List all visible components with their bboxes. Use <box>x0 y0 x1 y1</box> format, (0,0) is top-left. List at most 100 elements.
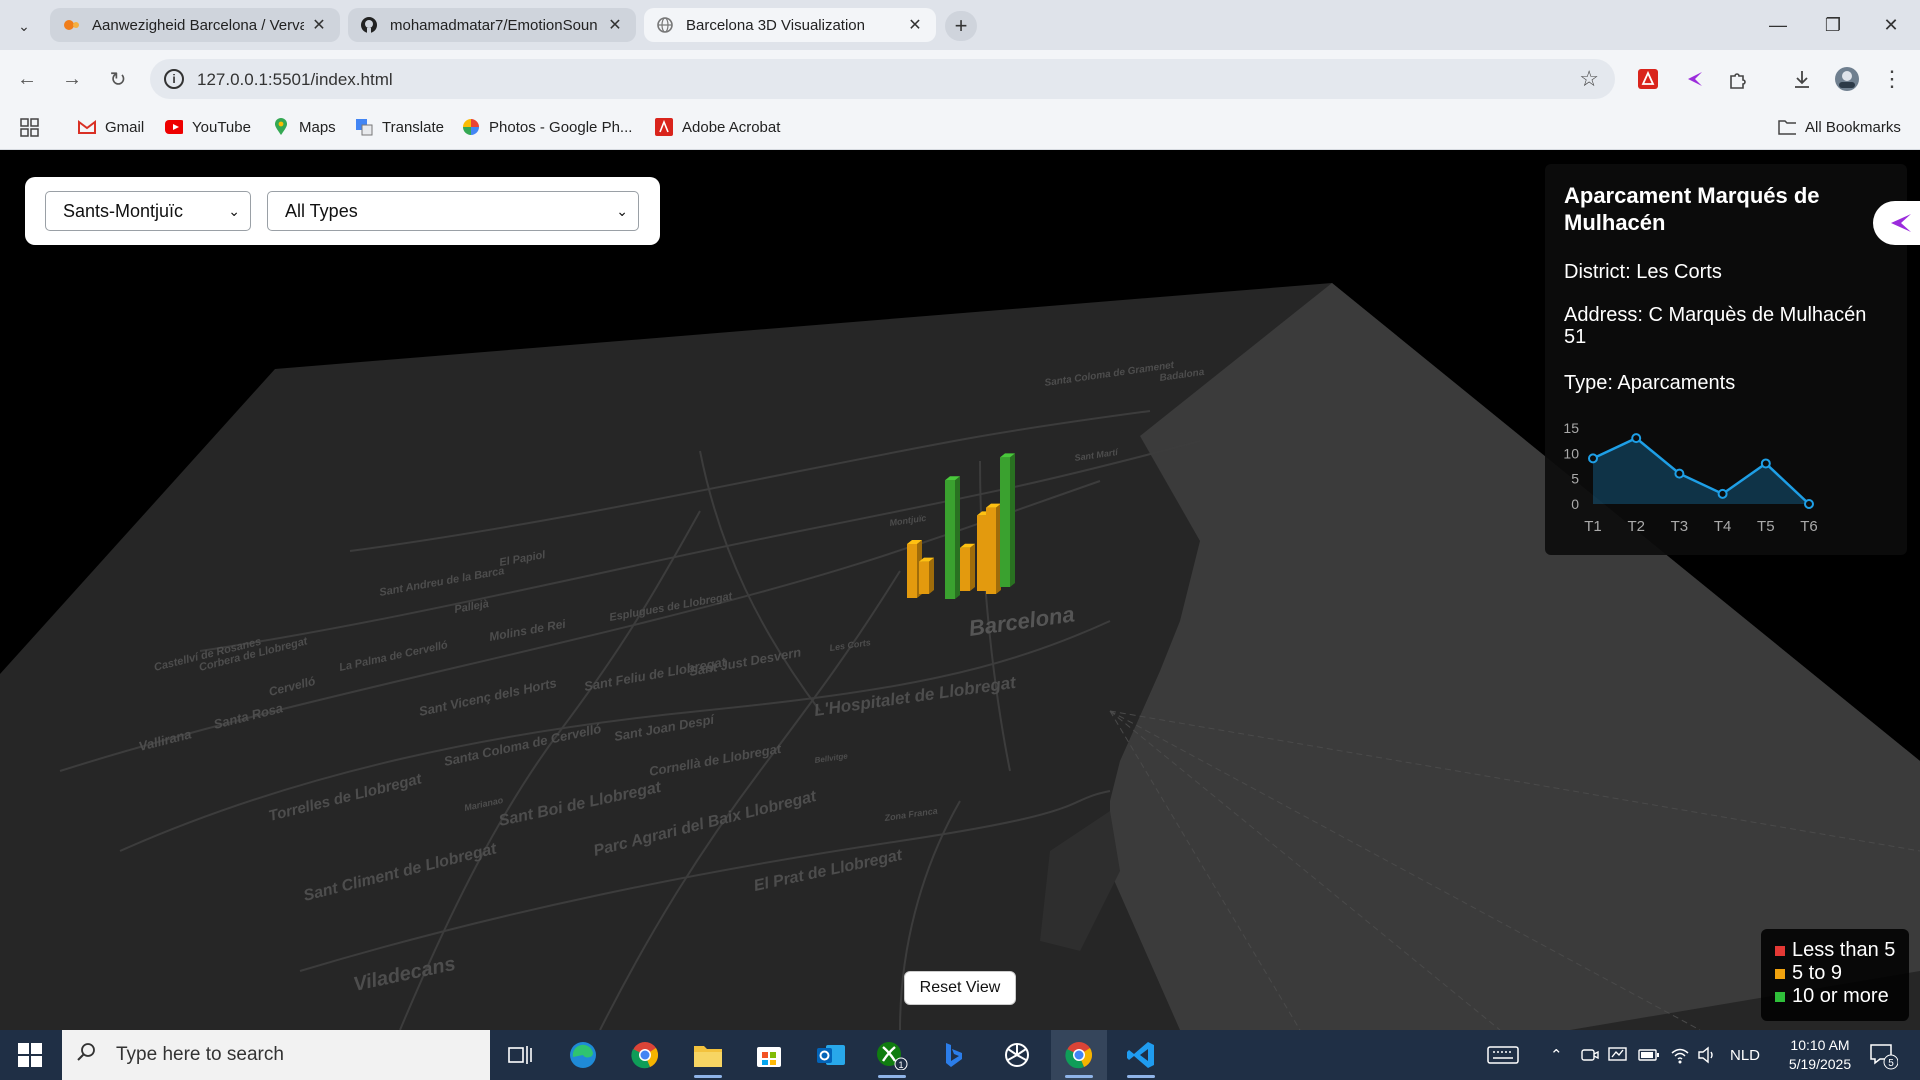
vscode-icon <box>1127 1042 1154 1068</box>
keyboard-tray-icon[interactable] <box>1487 1030 1519 1080</box>
tab-search-button[interactable]: ⌄ <box>10 12 38 40</box>
bookmark-maps[interactable]: Maps <box>272 118 336 136</box>
site-info-icon[interactable]: i <box>164 69 184 89</box>
bar-3d[interactable] <box>945 476 960 599</box>
minimize-button[interactable]: — <box>1755 10 1801 40</box>
notifications-button[interactable]: 5 <box>1868 1030 1898 1080</box>
y-tick-label: 5 <box>1571 471 1579 487</box>
folder-icon <box>694 1046 722 1067</box>
bookmark-acrobat[interactable]: Adobe Acrobat <box>655 118 780 136</box>
x-tick-label: T4 <box>1714 518 1732 535</box>
bar-face <box>977 515 987 591</box>
bar-3d[interactable] <box>960 543 975 591</box>
tray-overflow-button[interactable]: ⌃ <box>1550 1030 1563 1080</box>
bar-face <box>986 507 996 594</box>
bar-side <box>1010 453 1015 587</box>
kebab-menu-icon[interactable]: ⋮ <box>1878 65 1906 93</box>
legend-label: 5 to 9 <box>1792 962 1843 984</box>
sidebar-extension-tab[interactable] <box>1873 201 1920 245</box>
taskbar-outlook[interactable] <box>803 1030 859 1080</box>
puzzle-extensions-icon[interactable] <box>1724 65 1752 93</box>
bookmark-label: Gmail <box>105 118 145 136</box>
reload-button[interactable]: ↻ <box>103 64 133 94</box>
bar-face <box>907 544 917 598</box>
restore-button[interactable]: ❐ <box>1810 10 1856 40</box>
browser-toolbar: ← → ↻ i 127.0.0.1:5501/index.html ☆ ⋮ <box>0 50 1920 108</box>
bar-3d[interactable] <box>919 557 934 594</box>
type-select[interactable]: All Types ⌄ <box>267 191 639 231</box>
bar-face <box>945 480 955 599</box>
back-button[interactable]: ← <box>12 64 42 94</box>
all-bookmarks-button[interactable]: All Bookmarks <box>1778 118 1901 136</box>
legend-item: 5 to 9 <box>1775 962 1909 985</box>
close-icon[interactable]: ✕ <box>310 15 328 35</box>
profile-avatar[interactable] <box>1833 65 1861 93</box>
taskbar-xbox[interactable]: 1 <box>864 1030 920 1080</box>
battery-icon[interactable] <box>1638 1030 1660 1080</box>
bookmark-label: Maps <box>299 118 336 136</box>
bookmark-star-icon[interactable]: ☆ <box>1579 66 1599 92</box>
taskbar-vscode[interactable] <box>1113 1030 1169 1080</box>
meet-now-icon[interactable] <box>1580 1030 1600 1080</box>
legend-swatch <box>1775 991 1785 1002</box>
tab-github[interactable]: mohamadmatar7/EmotionSoun ✕ <box>348 8 636 42</box>
windows-logo-icon <box>18 1043 42 1067</box>
forward-button[interactable]: → <box>57 64 87 94</box>
maps-pin-icon <box>272 118 290 136</box>
bookmark-photos[interactable]: Photos - Google Ph... <box>462 118 632 136</box>
close-icon[interactable]: ✕ <box>906 15 924 35</box>
new-tab-button[interactable]: + <box>945 11 977 41</box>
taskbar-edge[interactable] <box>555 1030 611 1080</box>
arrow-right-icon: → <box>62 67 82 90</box>
chrome-icon <box>631 1042 659 1069</box>
task-view-button[interactable] <box>492 1030 548 1080</box>
chrome-icon <box>1065 1042 1093 1069</box>
legend-label: 10 or more <box>1792 985 1889 1007</box>
arrow-left-icon: ← <box>17 67 37 90</box>
chatgpt-icon <box>1005 1043 1029 1067</box>
x-tick-label: T6 <box>1800 518 1818 535</box>
taskbar-chatgpt[interactable] <box>989 1030 1045 1080</box>
district-value: Les Corts <box>1636 261 1722 283</box>
taskbar-chrome-active[interactable] <box>1051 1030 1107 1080</box>
reset-view-button[interactable]: Reset View <box>904 971 1016 1005</box>
taskbar-search-box[interactable]: Type here to search <box>62 1030 490 1080</box>
chevron-down-icon: ⌄ <box>18 17 30 34</box>
clock[interactable]: 10:10 AM 5/19/2025 <box>1765 1036 1875 1074</box>
address-line: Address: C Marquès de Mulhacén 51 <box>1564 304 1884 348</box>
x-tick-label: T5 <box>1757 518 1775 535</box>
taskbar-chrome[interactable] <box>617 1030 673 1080</box>
bookmark-youtube[interactable]: YouTube <box>165 118 251 136</box>
bar-3d[interactable] <box>1000 453 1015 587</box>
taskbar-bing[interactable] <box>926 1030 982 1080</box>
network-monitor-icon[interactable] <box>1607 1030 1629 1080</box>
acrobat-extension-icon[interactable] <box>1634 65 1662 93</box>
download-icon[interactable] <box>1788 65 1816 93</box>
clock-time: 10:10 AM <box>1790 1037 1850 1053</box>
bar-side <box>929 557 934 594</box>
purple-extension-icon[interactable] <box>1680 65 1708 93</box>
tab-barcelona-3d[interactable]: Barcelona 3D Visualization ✕ <box>644 8 936 42</box>
tab-aanwezigheid[interactable]: Aanwezigheid Barcelona / Verva ✕ <box>50 8 340 42</box>
bookmark-translate[interactable]: Translate <box>355 118 444 136</box>
bookmark-gmail[interactable]: Gmail <box>78 118 144 136</box>
windows-taskbar: Type here to search 1 ⌃ NLD 10:10 AM 5/1… <box>0 1030 1920 1080</box>
taskbar-store[interactable] <box>741 1030 797 1080</box>
legend-item: Less than 5 <box>1775 939 1909 962</box>
tab-strip: ⌄ Aanwezigheid Barcelona / Verva ✕ moham… <box>0 0 1920 50</box>
bar-3d[interactable] <box>986 503 1001 594</box>
data-point <box>1631 433 1642 444</box>
language-indicator[interactable]: NLD <box>1730 1030 1760 1080</box>
wifi-icon[interactable] <box>1670 1030 1690 1080</box>
close-window-button[interactable]: ✕ <box>1868 10 1914 40</box>
taskbar-file-explorer[interactable] <box>680 1030 736 1080</box>
folder-icon <box>1778 118 1796 136</box>
apps-grid-icon[interactable] <box>20 118 40 138</box>
windows-start-button[interactable] <box>10 1040 50 1070</box>
district-select[interactable]: Sants-Montjuïc ⌄ <box>45 191 251 231</box>
volume-icon[interactable] <box>1697 1030 1717 1080</box>
close-icon[interactable]: ✕ <box>606 15 624 35</box>
address-bar[interactable]: i 127.0.0.1:5501/index.html ☆ <box>150 59 1615 99</box>
data-point <box>1760 458 1771 469</box>
legend: Less than 5 5 to 9 10 or more <box>1761 929 1909 1021</box>
